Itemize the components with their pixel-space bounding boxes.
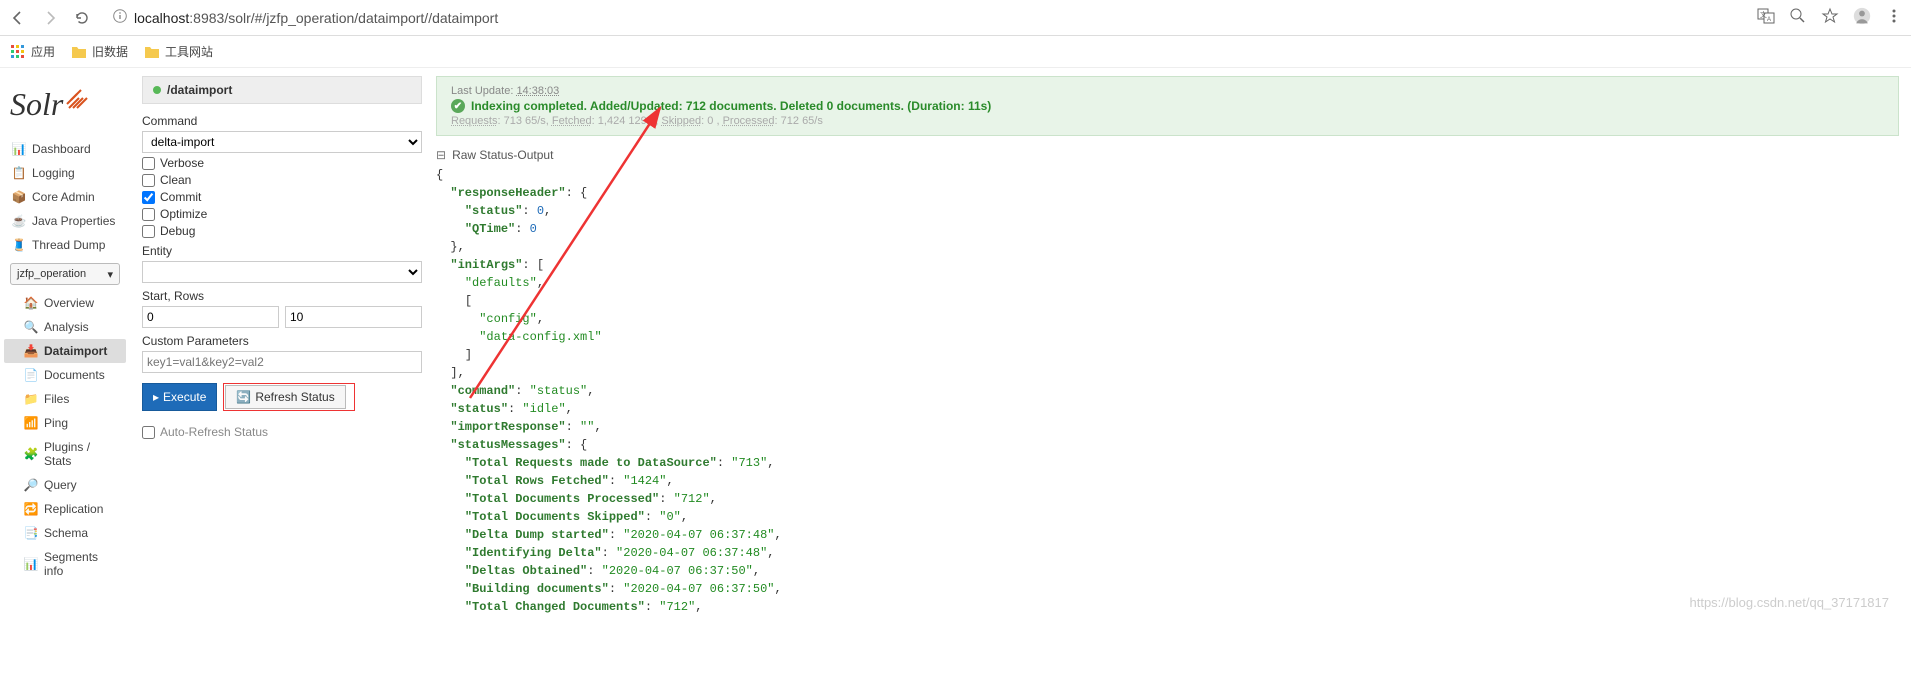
nav-plugins[interactable]: 🧩Plugins / Stats: [4, 435, 126, 473]
nav-replication[interactable]: 🔁Replication: [4, 497, 126, 521]
autorefresh-checkbox[interactable]: [142, 426, 155, 439]
browser-bar: localhost:8983/solr/#/jzfp_operation/dat…: [0, 0, 1911, 36]
nav-overview[interactable]: 🏠Overview: [4, 291, 126, 315]
nav-javaprops[interactable]: ☕Java Properties: [4, 209, 126, 233]
back-button[interactable]: [8, 8, 28, 28]
nav-query[interactable]: 🔎Query: [4, 473, 126, 497]
overview-icon: 🏠: [24, 296, 38, 310]
folder-icon: [71, 45, 87, 59]
browser-right: 文A: [1757, 7, 1903, 28]
nav-logging[interactable]: 📋Logging: [4, 161, 126, 185]
command-label: Command: [142, 114, 422, 128]
logging-icon: 📋: [12, 166, 26, 180]
svg-text:A: A: [1767, 17, 1771, 23]
svg-text:文: 文: [1760, 10, 1767, 19]
entity-label: Entity: [142, 244, 422, 258]
raw-output-header[interactable]: ⊟ Raw Status-Output: [436, 148, 1899, 162]
query-icon: 🔎: [24, 478, 38, 492]
last-update: Last Update: 14:38:03: [451, 85, 1884, 97]
nav-segments[interactable]: 📊Segments info: [4, 545, 126, 583]
commit-checkbox[interactable]: [142, 191, 155, 204]
start-input[interactable]: [142, 306, 279, 328]
check-icon: ✔: [451, 99, 465, 113]
bookmark-2[interactable]: 工具网站: [144, 43, 213, 60]
analysis-icon: 🔍: [24, 320, 38, 334]
apps-icon: [10, 44, 26, 60]
annotation-box: 🔄 Refresh Status: [223, 383, 354, 411]
java-icon: ☕: [12, 214, 26, 228]
custom-label: Custom Parameters: [142, 334, 422, 348]
command-select[interactable]: delta-import: [142, 131, 422, 153]
clean-checkbox[interactable]: [142, 174, 155, 187]
plugins-icon: 🧩: [24, 447, 38, 461]
content: /dataimport Command delta-import Verbose…: [130, 68, 1911, 624]
schema-icon: 📑: [24, 526, 38, 540]
nav-files[interactable]: 📁Files: [4, 387, 126, 411]
auto-refresh-row: Auto-Refresh Status: [142, 425, 422, 439]
status-message: ✔ Indexing completed. Added/Updated: 712…: [451, 99, 1884, 113]
documents-icon: 📄: [24, 368, 38, 382]
coreadmin-icon: 📦: [12, 190, 26, 204]
reload-button[interactable]: [72, 8, 92, 28]
debug-checkbox[interactable]: [142, 225, 155, 238]
url-bar[interactable]: localhost:8983/solr/#/jzfp_operation/dat…: [104, 8, 1745, 27]
star-icon[interactable]: [1821, 7, 1839, 28]
breadcrumb: /dataimport: [142, 76, 422, 104]
status-details: Requests: 713 65/s, Fetched: 1,424 129/s…: [451, 115, 1884, 127]
bookmarks-bar: 应用 旧数据 工具网站: [0, 36, 1911, 68]
apps-button[interactable]: 应用: [10, 43, 55, 60]
rows-input[interactable]: [285, 306, 422, 328]
startrows-label: Start, Rows: [142, 289, 422, 303]
watermark: https://blog.csdn.net/qq_37171817: [1690, 595, 1890, 610]
solr-logo[interactable]: Solr: [4, 76, 126, 137]
nav-analysis[interactable]: 🔍Analysis: [4, 315, 126, 339]
folder-icon: [144, 45, 160, 59]
nav-dashboard[interactable]: 📊Dashboard: [4, 137, 126, 161]
nav-dataimport[interactable]: 📥Dataimport: [4, 339, 126, 363]
replication-icon: 🔁: [24, 502, 38, 516]
execute-button[interactable]: ▸ Execute: [142, 383, 217, 411]
sidebar: Solr 📊Dashboard 📋Logging 📦Core Admin ☕Ja…: [0, 68, 130, 624]
translate-icon[interactable]: 文A: [1757, 7, 1775, 28]
refresh-icon: 🔄: [236, 390, 251, 404]
collapse-icon: ⊟: [436, 148, 446, 162]
raw-output: { "responseHeader": { "status": 0, "QTim…: [436, 166, 1899, 616]
play-icon: ▸: [153, 390, 159, 404]
info-icon: [112, 8, 128, 27]
ping-icon: 📶: [24, 416, 38, 430]
dashboard-icon: 📊: [12, 142, 26, 156]
dataimport-icon: 📥: [24, 344, 38, 358]
core-selector[interactable]: jzfp_operation ▾: [10, 263, 120, 285]
thread-icon: 🧵: [12, 238, 26, 252]
files-icon: 📁: [24, 392, 38, 406]
custom-input[interactable]: [142, 351, 422, 373]
nav-documents[interactable]: 📄Documents: [4, 363, 126, 387]
refresh-button[interactable]: 🔄 Refresh Status: [225, 385, 345, 409]
forward-button[interactable]: [40, 8, 60, 28]
avatar-icon[interactable]: [1853, 7, 1871, 28]
optimize-checkbox[interactable]: [142, 208, 155, 221]
status-box: Last Update: 14:38:03 ✔ Indexing complet…: [436, 76, 1899, 136]
segments-icon: 📊: [24, 557, 38, 571]
status-dot-icon: [153, 86, 161, 94]
entity-select[interactable]: [142, 261, 422, 283]
zoom-icon[interactable]: [1789, 7, 1807, 28]
output-panel: Last Update: 14:38:03 ✔ Indexing complet…: [436, 76, 1899, 616]
apps-label: 应用: [31, 43, 55, 60]
bookmark-1[interactable]: 旧数据: [71, 43, 128, 60]
url-text: localhost:8983/solr/#/jzfp_operation/dat…: [134, 10, 498, 26]
nav-schema[interactable]: 📑Schema: [4, 521, 126, 545]
nav-coreadmin[interactable]: 📦Core Admin: [4, 185, 126, 209]
menu-icon[interactable]: [1885, 7, 1903, 28]
chevron-down-icon: ▾: [107, 268, 113, 281]
form-panel: /dataimport Command delta-import Verbose…: [142, 76, 422, 616]
nav-ping[interactable]: 📶Ping: [4, 411, 126, 435]
nav-threaddump[interactable]: 🧵Thread Dump: [4, 233, 126, 257]
verbose-checkbox[interactable]: [142, 157, 155, 170]
